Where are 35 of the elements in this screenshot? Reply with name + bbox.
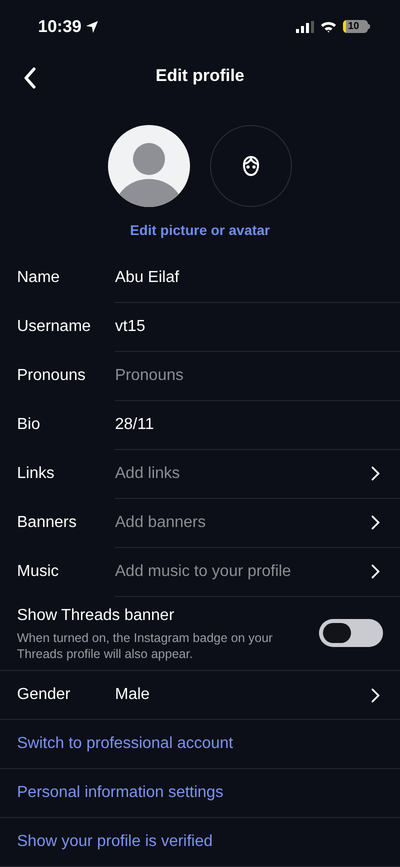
setting-title: Show Threads banner xyxy=(17,606,176,626)
settings-link[interactable]: Personal information settings xyxy=(17,781,224,805)
field-label: Username xyxy=(17,317,92,338)
settings-link[interactable]: Show your profile is verified xyxy=(17,830,213,854)
field-input[interactable]: Add music to your profile xyxy=(115,560,371,584)
face-icon xyxy=(240,154,262,177)
toggle-switch[interactable] xyxy=(319,619,383,648)
field-label: Bio xyxy=(17,415,42,436)
field-input[interactable]: Add links xyxy=(115,462,371,486)
avatar-button[interactable] xyxy=(210,124,292,207)
page-title: Edit profile xyxy=(156,65,244,88)
status-time: 10:39 xyxy=(38,16,82,38)
settings-link[interactable]: Switch to professional account xyxy=(17,732,234,756)
field-input[interactable]: Pronouns xyxy=(115,364,380,388)
field-input[interactable]: Male xyxy=(115,683,371,707)
field-input[interactable]: vt15 xyxy=(115,314,380,339)
chevron-right-icon xyxy=(371,688,380,702)
location-arrow-icon xyxy=(85,20,100,34)
setting-description: When turned on, the Instagram badge on your Threads profile will also appear. xyxy=(17,630,274,662)
signal-icon xyxy=(296,20,314,33)
chevron-right-icon xyxy=(371,564,380,580)
field-label: Links xyxy=(17,464,56,484)
edit-picture-link[interactable]: Edit picture or avatar xyxy=(130,220,270,241)
chevron-right-icon xyxy=(371,466,380,482)
field-label: Gender xyxy=(17,685,72,705)
field-label: Banners xyxy=(17,513,78,534)
field-input[interactable]: Abu Eilaf xyxy=(115,266,380,290)
field-input[interactable]: 28/11 xyxy=(115,412,380,437)
field-label: Name xyxy=(17,268,61,288)
wifi-icon xyxy=(320,20,337,33)
chevron-right-icon xyxy=(371,515,380,530)
battery-icon: 10 xyxy=(343,20,370,34)
field-input[interactable]: Add banners xyxy=(115,510,371,535)
field-label: Music xyxy=(17,562,60,582)
field-label: Pronouns xyxy=(17,366,86,386)
